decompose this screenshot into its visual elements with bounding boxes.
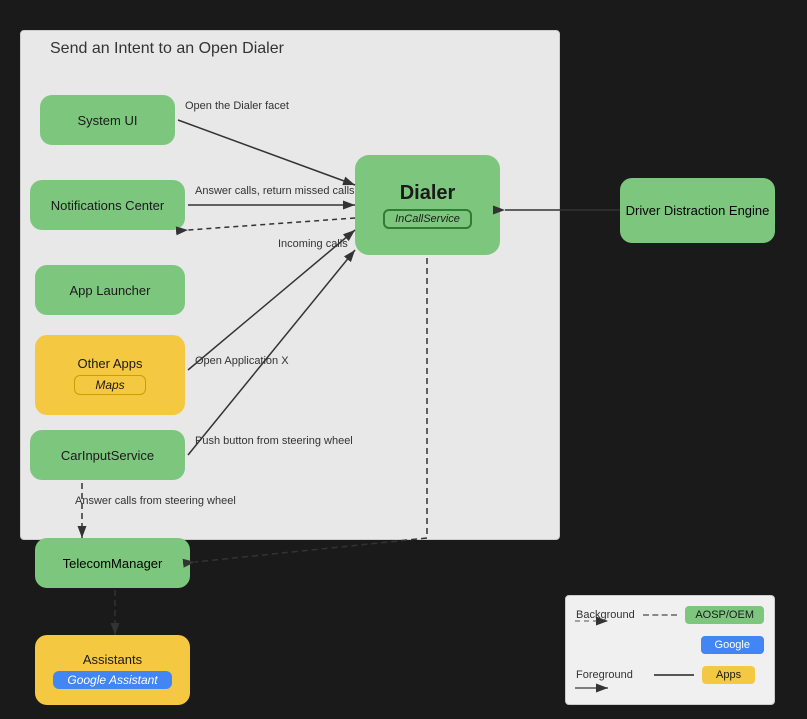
background-line: [643, 614, 677, 616]
assistants-container: Assistants Google Assistant: [35, 635, 190, 705]
other-apps-label: Other Apps: [77, 356, 142, 371]
incoming-calls-label: Incoming calls: [278, 238, 348, 250]
other-apps-container: Other Apps Maps: [35, 335, 185, 415]
open-app-x-label: Open Application X: [195, 355, 289, 367]
app-launcher-box: App Launcher: [35, 265, 185, 315]
google-assistant-box: Google Assistant: [53, 671, 171, 689]
legend-box: Background AOSP/OEM Google Foreground Ap…: [565, 595, 775, 705]
foreground-label: Foreground: [576, 669, 646, 681]
background-label: Background: [576, 609, 635, 621]
dialer-title: Dialer: [400, 182, 456, 205]
legend-background-row: Background AOSP/OEM: [576, 606, 764, 624]
system-ui-box: System UI: [40, 95, 175, 145]
driver-distraction-box: Driver Distraction Engine: [620, 178, 775, 243]
legend-foreground-row: Foreground Apps: [576, 666, 764, 684]
open-dialer-label: Open the Dialer facet: [185, 100, 289, 112]
legend-google-row: Google: [576, 636, 764, 654]
assistants-label: Assistants: [83, 652, 142, 667]
apps-label: Apps: [702, 666, 755, 684]
push-button-label: Push button from steering wheel: [195, 435, 353, 447]
dialer-box: Dialer InCallService: [355, 155, 500, 255]
notif-center-box: Notifications Center: [30, 180, 185, 230]
diagram-title: Send an Intent to an Open Dialer: [50, 40, 284, 58]
answer-steering-label: Answer calls from steering wheel: [75, 495, 236, 507]
car-input-box: CarInputService: [30, 430, 185, 480]
answer-calls-label: Answer calls, return missed calls: [195, 185, 355, 197]
foreground-line: [654, 674, 694, 676]
maps-box: Maps: [74, 375, 145, 395]
google-label: Google: [701, 636, 764, 654]
telecom-manager-box: TelecomManager: [35, 538, 190, 588]
aosp-label: AOSP/OEM: [685, 606, 764, 624]
incallservice-box: InCallService: [383, 209, 472, 229]
